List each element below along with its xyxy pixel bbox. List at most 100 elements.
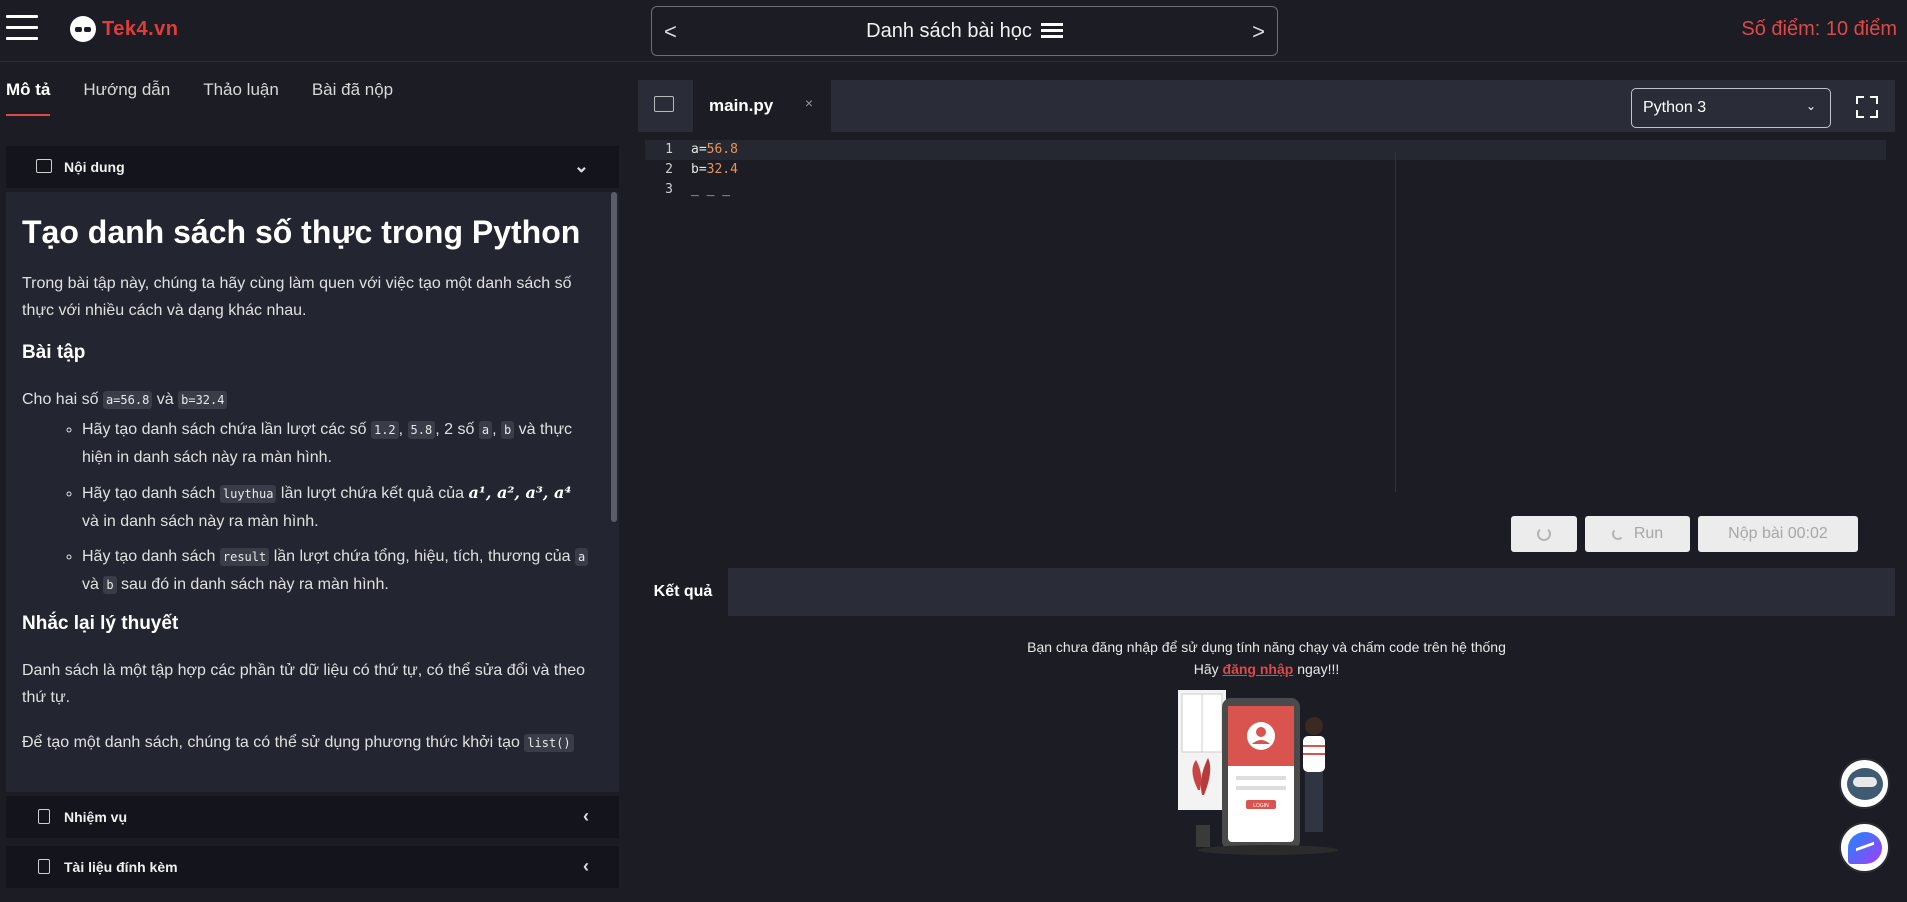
hamburger-icon[interactable] [6,15,38,43]
theory-paragraph-1: Danh sách là một tập hợp các phần tử dữ … [22,662,586,706]
result-body: Bạn chưa đăng nhập để sử dụng tính năng … [638,616,1895,894]
file-tab-label: main.py [709,96,774,115]
chevron-down-icon: ⌄ [1805,99,1816,113]
next-lesson-button[interactable]: > [1252,19,1265,45]
reset-icon [1537,527,1551,541]
task-text: và in danh sách này ra màn hình. [82,513,319,530]
given-values: Cho hai số a=56.8 và b=32.4 [22,386,589,414]
code-editor[interactable]: 1 a=56.8 2 b=32.4 3 _ _ _ [645,132,1886,560]
line-number: 1 [665,142,673,157]
task-text: Hãy tạo danh sách [82,548,216,565]
code-inline: list() [524,734,574,752]
illustration-login-label: LOGIN [1253,803,1269,809]
logo[interactable]: Tek4.vn [70,16,179,42]
fullscreen-icon[interactable] [1856,96,1878,118]
left-tabs: Mô tả Hướng dẫn Thảo luận Bài đã nộp [6,80,393,116]
code-token: a= [691,142,707,157]
messenger-button[interactable] [1839,822,1890,873]
login-required-message: Bạn chưa đăng nhập để sử dụng tính năng … [638,636,1895,680]
tasks-section-header[interactable]: Nhiệm vụ ‹ [6,796,619,838]
language-select[interactable]: Python 3 ⌄ [1631,88,1831,128]
submit-button[interactable]: Nộp bài 00:02 [1698,516,1858,552]
theory-paragraph-2: Để tạo một danh sách, chúng ta có thể sử… [22,729,589,757]
book-icon [36,159,52,173]
reset-button[interactable] [1511,516,1577,552]
given-prefix: Cho hai số [22,391,99,408]
task-text: lần lượt chứa tổng, hiệu, tích, thương c… [273,548,571,565]
article-title: Tạo danh sách số thực trong Python [22,214,581,250]
content-section-header[interactable]: Nội dung ⌄ [6,146,619,188]
code-inline: b [500,421,515,439]
list-item: Hãy tạo danh sách luythua lần lượt chứa … [82,479,589,535]
code-line[interactable]: 3 _ _ _ [645,180,1886,200]
task-text: Hãy tạo danh sách chứa lần lượt các số [82,421,367,438]
code-token: 32.4 [706,162,738,177]
file-icon [38,859,50,874]
code-inline: result [219,548,270,566]
code-line[interactable]: 1 a=56.8 [645,140,1886,160]
tab-submissions[interactable]: Bài đã nộp [312,80,393,116]
task-text: lần lượt chứa kết quả của [280,485,465,502]
close-icon[interactable]: × [805,95,813,111]
message-line-1: Bạn chưa đăng nhập để sử dụng tính năng … [1027,639,1506,655]
attachments-section-header[interactable]: Tài liệu đính kèm ‹ [6,846,619,888]
message-prefix: Hãy [1193,661,1219,677]
code-inline: luythua [219,485,277,503]
theory-heading: Nhắc lại lý thuyết [22,613,179,634]
chevron-left-icon[interactable]: ‹ [583,806,589,827]
task-text: và [82,576,99,593]
line-number: 2 [665,162,673,177]
folder-icon[interactable] [654,96,674,112]
file-tab-main[interactable]: main.py × [693,80,831,132]
code-token: _ _ _ [691,182,731,197]
editor-ruler [1395,152,1396,492]
result-tabs: Kết quả [638,568,1895,616]
given-and: và [156,391,174,408]
code-line[interactable]: 2 b=32.4 [645,160,1886,180]
score-display: Số điểm: 10 điểm [1741,18,1897,40]
run-label: Run [1633,525,1664,542]
code-token: b= [691,162,707,177]
message-line-2: Hãy đăng nhập ngay!!! [638,658,1895,680]
chatbot-button[interactable] [1839,758,1890,809]
chevron-left-icon[interactable]: ‹ [583,856,589,877]
messenger-icon [1847,831,1882,864]
task-text: , 2 số [435,421,475,438]
code-inline: b [103,576,117,594]
run-button[interactable]: Run [1585,516,1690,552]
tasks-section-label: Nhiệm vụ [64,809,128,825]
task-list: Hãy tạo danh sách chứa lần lượt các số 1… [82,416,589,599]
code-a: a=56.8 [102,391,153,409]
theory-text: Để tạo một danh sách, chúng ta có thể sử… [22,734,520,751]
logo-text: Tek4.vn [102,17,179,40]
tab-guide[interactable]: Hướng dẫn [83,80,170,116]
lesson-nav[interactable]: < Danh sách bài học > [651,6,1278,56]
tab-description[interactable]: Mô tả [6,80,51,116]
list-item: Hãy tạo danh sách chứa lần lượt các số 1… [82,416,589,471]
task-text: Hãy tạo danh sách [82,485,216,502]
tab-result[interactable]: Kết quả [638,568,728,616]
code-inline: 5.8 [407,421,436,439]
code-inline: 1.2 [370,421,399,439]
login-illustration: LOGIN [1178,690,1338,855]
message-suffix: ngay!!! [1297,661,1340,677]
chatbot-icon [1846,767,1883,800]
content-scrollbar[interactable] [611,192,617,522]
login-link[interactable]: đăng nhập [1223,661,1294,677]
code-token: 56.8 [706,142,738,157]
code-b: b=32.4 [178,391,228,409]
content-body[interactable]: Tạo danh sách số thực trong Python Trong… [6,192,619,792]
line-number: 3 [665,182,673,197]
logo-mark-icon [70,16,96,42]
code-inline: a [574,548,589,566]
editor-toolbar: main.py × Python 3 ⌄ [638,80,1895,132]
spinner-icon [1611,528,1624,540]
clipboard-icon [38,809,50,824]
attachments-section-label: Tài liệu đính kèm [64,859,178,875]
math-expression: a¹, a², a³, a⁴ [468,483,572,502]
content-section-label: Nội dung [64,159,125,175]
chevron-down-icon[interactable]: ⌄ [574,156,589,177]
tab-discussion[interactable]: Thảo luận [203,80,279,116]
description-panel: Mô tả Hướng dẫn Thảo luận Bài đã nộp Nội… [0,62,624,902]
article-intro: Trong bài tập này, chúng ta hãy cùng làm… [22,275,572,319]
